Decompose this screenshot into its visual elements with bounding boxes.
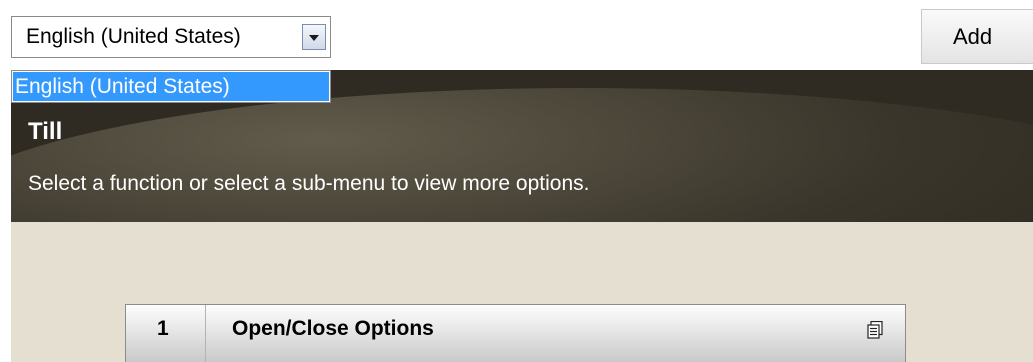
- document-copy-icon: [867, 321, 883, 339]
- menu-item-open-close-options[interactable]: 1 Open/Close Options: [125, 304, 906, 362]
- chevron-down-icon: [309, 35, 319, 41]
- language-select[interactable]: English (United States): [11, 16, 331, 58]
- page-title: Till: [28, 118, 63, 145]
- menu-item-number-cell: 1: [126, 305, 206, 362]
- header-swoosh-decoration: [11, 88, 1033, 222]
- language-option-english-us[interactable]: English (United States): [13, 72, 329, 101]
- menu-item-number: 1: [157, 317, 169, 340]
- page-subtitle: Select a function or select a sub-menu t…: [28, 172, 590, 195]
- language-dropdown-list: English (United States): [11, 70, 331, 103]
- language-select-value: English (United States): [26, 25, 241, 48]
- top-bar: English (United States) Add: [0, 0, 1033, 70]
- add-button[interactable]: Add: [921, 9, 1033, 64]
- dropdown-arrow-button[interactable]: [302, 24, 326, 50]
- menu-item-label: Open/Close Options: [232, 317, 434, 340]
